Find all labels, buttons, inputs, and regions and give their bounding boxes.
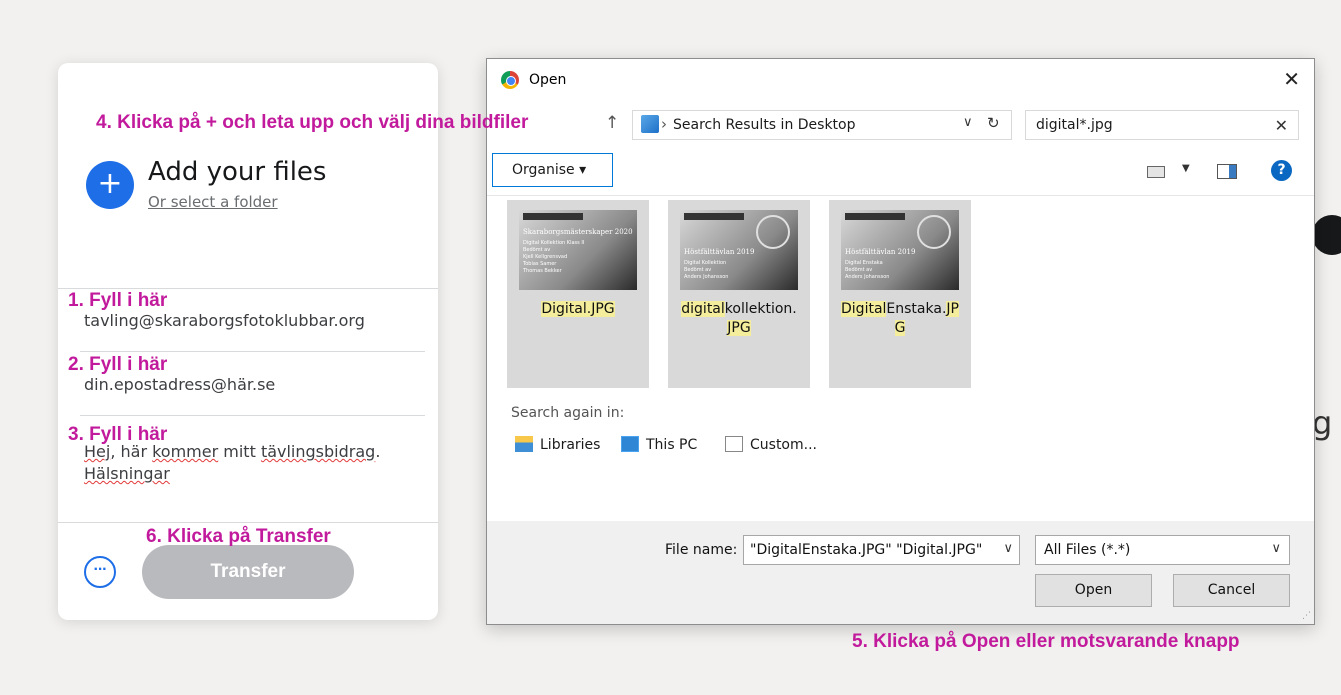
- search-folder-icon: [641, 115, 659, 133]
- custom-search-icon: [725, 436, 743, 452]
- annotation-step6: 6. Klicka på Transfer: [146, 526, 331, 547]
- chevron-down-icon[interactable]: ∨: [1271, 541, 1281, 556]
- close-icon[interactable]: ✕: [1283, 67, 1300, 91]
- email-to-field[interactable]: tavling@skaraborgsfotoklubbar.org: [84, 311, 365, 330]
- file-name: Digital.JPG: [541, 301, 615, 317]
- search-again-label: Search again in:: [511, 405, 625, 421]
- add-files-title[interactable]: Add your files: [148, 157, 326, 187]
- divider: [80, 415, 425, 416]
- divider: [58, 522, 438, 523]
- clear-search-icon[interactable]: ✕: [1275, 116, 1288, 135]
- file-tile[interactable]: Höstfälttävlan 2019 Digital Enstaka Bedö…: [829, 200, 971, 388]
- file-name-input[interactable]: "DigitalEnstaka.JPG" "Digital.JPG" ∨: [743, 535, 1020, 565]
- select-folder-link[interactable]: Or select a folder: [148, 193, 278, 211]
- dialog-footer: File name: "DigitalEnstaka.JPG" "Digital…: [487, 521, 1314, 624]
- file-type-select[interactable]: All Files (*.*) ∨: [1035, 535, 1290, 565]
- preview-pane-icon[interactable]: [1217, 164, 1237, 179]
- open-file-dialog: Open ✕ ↑ › Search Results in Desktop ∨ ↻…: [486, 58, 1315, 625]
- search-query[interactable]: digital*.jpg: [1036, 117, 1113, 133]
- search-input[interactable]: digital*.jpg ✕: [1025, 110, 1299, 140]
- seal-emblem: [917, 215, 951, 249]
- add-files-button[interactable]: +: [86, 161, 134, 209]
- address-bar[interactable]: › Search Results in Desktop ∨ ↻: [632, 110, 1012, 140]
- file-name-label: File name:: [665, 542, 738, 558]
- background-dark-circle: [1312, 215, 1341, 255]
- location-libraries[interactable]: Libraries: [515, 436, 600, 453]
- breadcrumb[interactable]: Search Results in Desktop: [673, 117, 856, 133]
- computer-icon: [621, 436, 639, 452]
- chrome-icon: [501, 71, 519, 89]
- organise-button[interactable]: Organise ▾: [492, 153, 613, 187]
- file-thumbnail: Höstfälttävlan 2019 Digital Kollektion B…: [680, 210, 798, 290]
- file-thumbnail: Skaraborgsmästerskaper 2020 Digital Koll…: [519, 210, 637, 290]
- help-icon[interactable]: ?: [1271, 160, 1292, 181]
- file-name: digitalkollektion. JPG: [681, 301, 797, 336]
- background-partial-text: g: [1312, 404, 1333, 442]
- chevron-down-icon[interactable]: ∨: [963, 115, 973, 130]
- chevron-down-icon[interactable]: ∨: [1003, 541, 1013, 556]
- dialog-title: Open: [529, 72, 567, 88]
- divider: [58, 288, 438, 289]
- annotation-step3: 3. Fyll i här: [68, 424, 168, 445]
- email-from-field[interactable]: din.epostadress@här.se: [84, 375, 275, 394]
- cancel-button[interactable]: Cancel: [1173, 574, 1290, 607]
- file-tile[interactable]: Höstfälttävlan 2019 Digital Kollektion B…: [668, 200, 810, 388]
- seal-emblem: [756, 215, 790, 249]
- open-button[interactable]: Open: [1035, 574, 1152, 607]
- annotation-step2: 2. Fyll i här: [68, 354, 168, 375]
- transfer-button[interactable]: Transfer: [142, 545, 354, 599]
- file-name-value[interactable]: "DigitalEnstaka.JPG" "Digital.JPG": [750, 542, 982, 558]
- view-dropdown-icon[interactable]: ▼: [1182, 163, 1190, 174]
- location-custom[interactable]: Custom...: [725, 436, 817, 453]
- message-field[interactable]: Hej, här kommer mitt tävlingsbidrag. Häl…: [84, 441, 380, 485]
- file-list: Skaraborgsmästerskaper 2020 Digital Koll…: [487, 195, 1314, 401]
- libraries-icon: [515, 436, 533, 452]
- file-type-value: All Files (*.*): [1044, 542, 1131, 558]
- divider: [80, 351, 425, 352]
- location-this-pc[interactable]: This PC: [621, 436, 697, 453]
- breadcrumb-chevron-icon: ›: [661, 115, 667, 133]
- file-name: DigitalEnstaka.JP G: [841, 301, 959, 336]
- file-thumbnail: Höstfälttävlan 2019 Digital Enstaka Bedö…: [841, 210, 959, 290]
- more-options-button[interactable]: ···: [84, 556, 116, 588]
- annotation-step5: 5. Klicka på Open eller motsvarande knap…: [852, 631, 1240, 652]
- resize-grip-icon[interactable]: ⋰: [1302, 611, 1311, 621]
- up-arrow-icon[interactable]: ↑: [605, 113, 619, 133]
- refresh-icon[interactable]: ↻: [987, 114, 1000, 132]
- annotation-step1: 1. Fyll i här: [68, 290, 168, 311]
- annotation-step4: 4. Klicka på + och leta upp och välj din…: [96, 112, 529, 133]
- view-options-icon[interactable]: [1147, 166, 1165, 178]
- file-tile[interactable]: Skaraborgsmästerskaper 2020 Digital Koll…: [507, 200, 649, 388]
